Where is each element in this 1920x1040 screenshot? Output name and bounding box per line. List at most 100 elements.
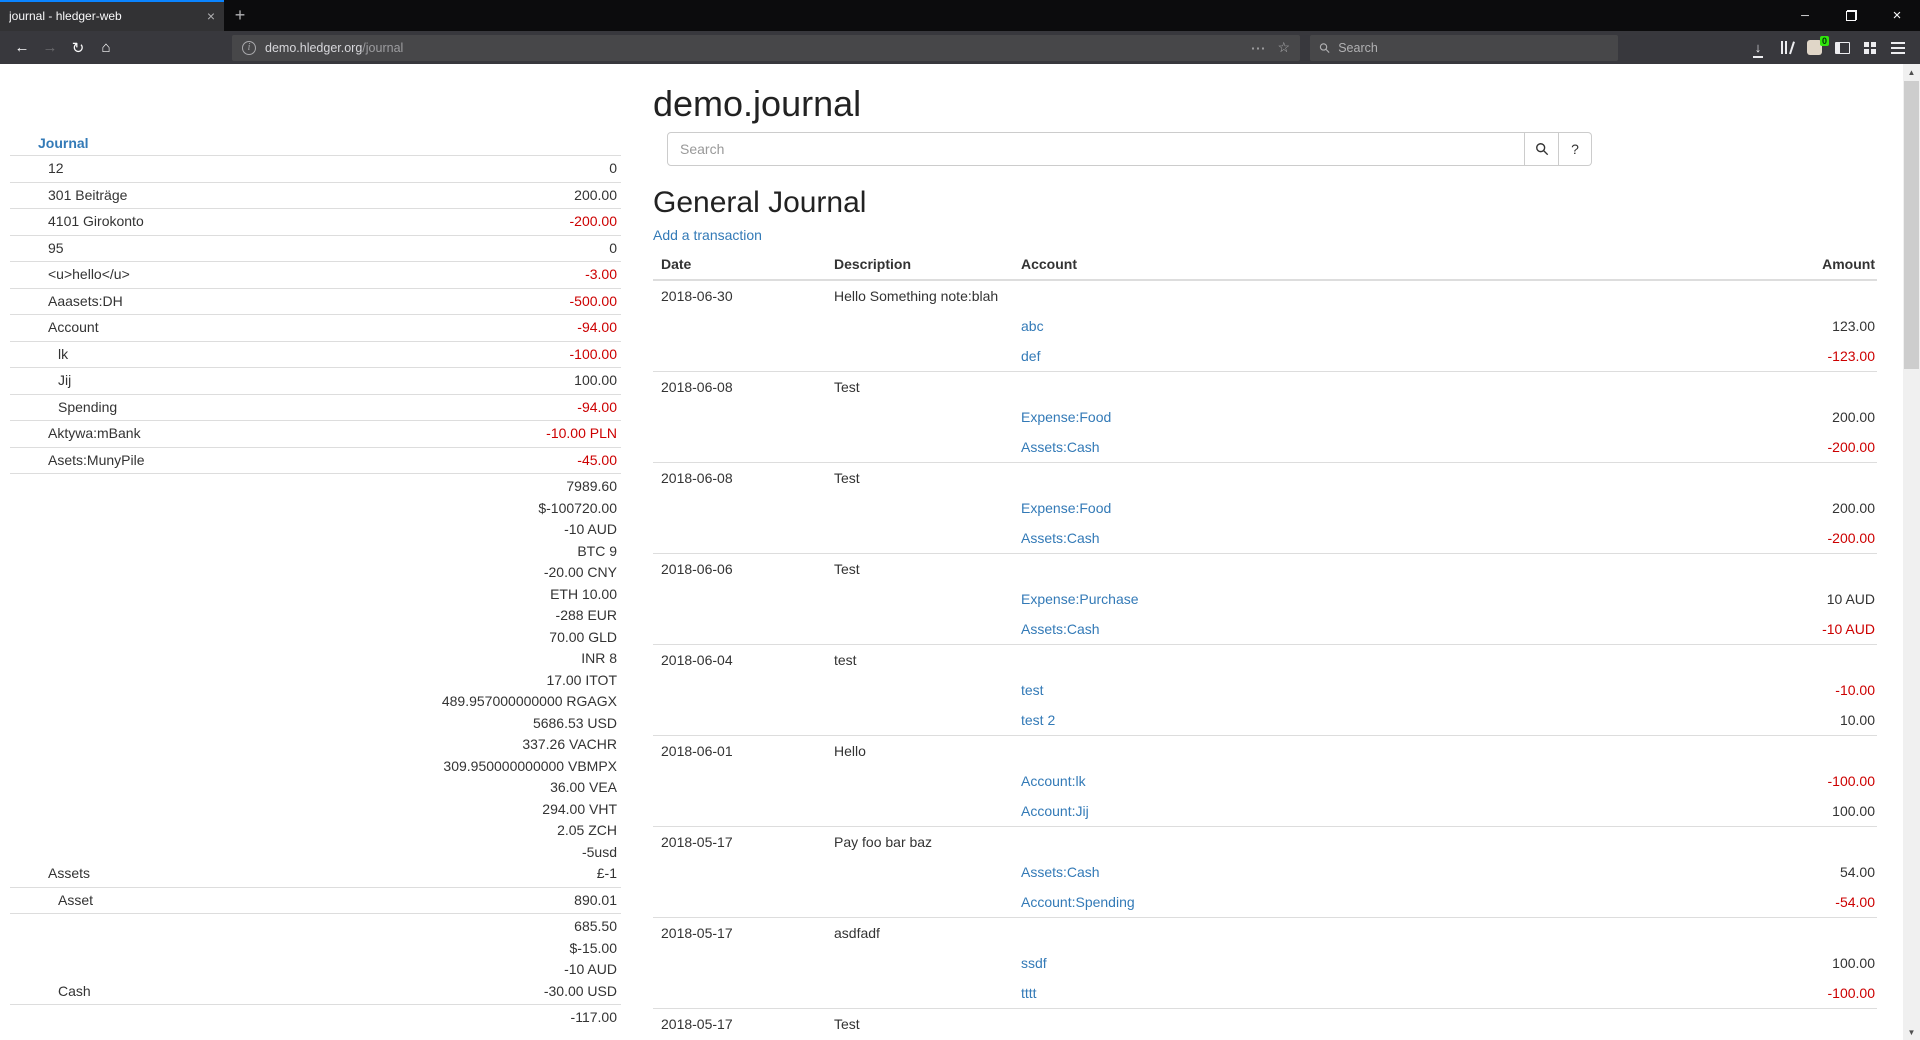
scroll-down-arrow-icon[interactable]: ▼ [1903,1024,1920,1040]
scrollbar-thumb[interactable] [1904,81,1919,369]
posting-amount: 10.00 [1577,705,1877,736]
page-scrollbar[interactable]: ▲ ▼ [1903,64,1920,1040]
new-tab-button[interactable]: + [224,0,256,31]
url-host: demo.hledger.org [265,41,362,55]
account-balance: 5686.53 USD [277,713,617,735]
sidebar-account-link[interactable]: Cash [58,983,91,999]
journal-heading: General Journal [653,186,1877,219]
download-icon[interactable]: ↓ [1744,35,1772,61]
account-balance: ETH 10.00 [277,584,617,606]
apps-grid-icon[interactable] [1856,35,1884,61]
sidebar-account-link[interactable]: lk [58,346,68,362]
account-balance-cell: -3.00 [273,262,621,289]
browser-search-input[interactable] [1338,41,1609,55]
posting-account-link[interactable]: abc [1021,318,1044,334]
account-balance: BTC 9 [277,541,617,563]
transaction-date: 2018-06-30 [653,280,826,311]
account-balance-cell: -100.00 [273,341,621,368]
sidebar-account-link[interactable]: 95 [48,240,64,256]
posting-account-link[interactable]: Assets:Cash [1021,439,1100,455]
sidebar-account-link[interactable]: Account [48,319,99,335]
tab-close-icon[interactable]: × [207,8,215,24]
posting-account-link[interactable]: Account:Jij [1021,803,1089,819]
posting-account-link[interactable]: Assets:Cash [1021,621,1100,637]
back-button[interactable]: ← [8,35,36,61]
posting-account-link[interactable]: def [1021,348,1040,364]
posting-account-link[interactable]: Assets:Cash [1021,864,1100,880]
account-name-cell: 95 [10,235,273,262]
journal-table: Date Description Account Amount 2018-06-… [653,249,1877,1039]
browser-search [1310,35,1618,61]
bookmark-star-icon[interactable]: ☆ [1277,39,1290,56]
sidebar-toggle-icon[interactable] [1828,35,1856,61]
posting-amount: -200.00 [1577,523,1877,554]
search-help-button[interactable]: ? [1559,132,1592,166]
account-balance-cell: -117.00 [273,1005,621,1031]
account-balance: 200.00 [277,185,617,207]
account-balance: 0 [277,158,617,180]
account-balance: -10 AUD [277,519,617,541]
extension-icon[interactable]: 0 [1800,35,1828,61]
sidebar-account-link[interactable]: Jij [58,372,71,388]
window-restore-button[interactable] [1828,0,1874,31]
posting-account-cell: Assets:Cash [1013,857,1577,887]
library-icon[interactable] [1772,35,1800,61]
posting-account-link[interactable]: Expense:Food [1021,409,1111,425]
posting-account-link[interactable]: Expense:Food [1021,500,1111,516]
posting-account-link[interactable]: Assets:Cash [1021,530,1100,546]
site-info-icon[interactable]: i [242,41,256,55]
sidebar-journal-link[interactable]: Journal [38,135,89,151]
reload-button[interactable]: ↻ [64,35,92,61]
posting-account-link[interactable]: Account:lk [1021,773,1086,789]
window-close-button[interactable]: × [1874,0,1920,31]
posting-account-cell: Expense:Purchase [1013,584,1577,614]
posting-amount: -100.00 [1577,766,1877,796]
posting-row: Account:lk -100.00 [653,766,1877,796]
forward-button[interactable]: → [36,35,64,61]
sidebar-account-link[interactable]: Spending [58,399,117,415]
account-balance-cell: -10.00 PLN [273,421,621,448]
main-content: demo.journal ? General Journal Add a tra… [653,64,1877,1039]
sidebar-account-link[interactable]: Asset [58,892,93,908]
transaction-amount-cell [1577,372,1877,403]
menu-hamburger-icon[interactable] [1884,35,1912,61]
posting-account-link[interactable]: Expense:Purchase [1021,591,1139,607]
posting-row: ssdf100.00 [653,948,1877,978]
posting-account-link[interactable]: ssdf [1021,955,1047,971]
posting-account-link[interactable]: test [1021,682,1044,698]
account-balance: 309.950000000000 VBMPX [277,756,617,778]
sidebar-account-link[interactable]: Asets:MunyPile [48,452,144,468]
posting-account-link[interactable]: tttt [1021,985,1037,1001]
posting-account-link[interactable]: Account:Spending [1021,894,1135,910]
account-balance: 17.00 ITOT [277,670,617,692]
transaction-row: 2018-06-08Test [653,372,1877,403]
browser-tab[interactable]: journal - hledger-web × [0,0,224,31]
scroll-up-arrow-icon[interactable]: ▲ [1903,64,1920,80]
sidebar-account-link[interactable]: 4101 Girokonto [48,213,144,229]
sidebar-account-link[interactable]: Aktywa:mBank [48,425,141,441]
sidebar-account-link[interactable]: 301 Beiträge [48,187,127,203]
account-row: 950 [10,235,621,262]
posting-row: tttt-100.00 [653,978,1877,1009]
posting-row: Account:Jij100.00 [653,796,1877,827]
posting-amount: 10 AUD [1577,584,1877,614]
home-button[interactable]: ⌂ [92,35,120,61]
url-bar[interactable]: i demo.hledger.org /journal ⋯ ☆ [232,35,1300,61]
posting-account-cell: test [1013,675,1577,705]
account-balance: 70.00 GLD [277,627,617,649]
sidebar-account-link[interactable]: Aaasets:DH [48,293,123,309]
posting-account-link[interactable]: test 2 [1021,712,1055,728]
add-transaction-link[interactable]: Add a transaction [653,225,762,245]
page-actions-icon[interactable]: ⋯ [1250,39,1265,57]
journal-search-input[interactable] [667,132,1525,166]
sidebar-account-link[interactable]: <u>hello</u> [48,266,130,282]
posting-amount: -10.00 [1577,675,1877,705]
search-button[interactable] [1525,132,1559,166]
sidebar-account-link[interactable]: Assets [48,865,90,881]
posting-row: Assets:Cash-10 AUD [653,614,1877,645]
transaction-row: 2018-05-17Test [653,1009,1877,1040]
account-name-cell: Asset [10,887,273,914]
window-minimize-button[interactable]: ─ [1782,0,1828,31]
posting-account-cell: def [1013,341,1577,372]
sidebar-account-link[interactable]: 12 [48,160,64,176]
